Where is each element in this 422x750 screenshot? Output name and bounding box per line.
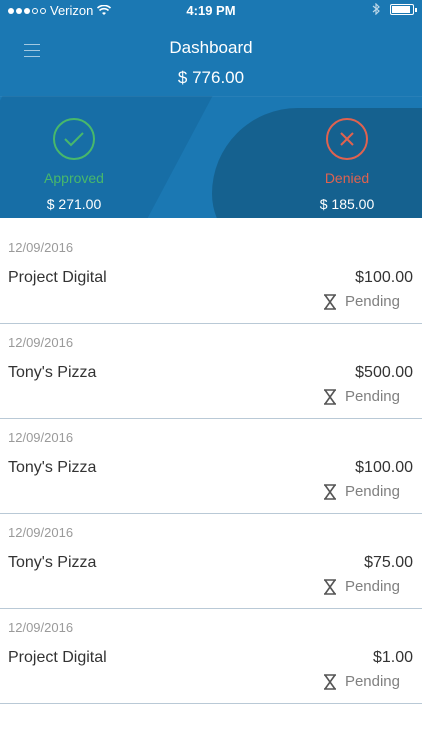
- transaction-date: 12/09/2016: [8, 620, 74, 635]
- transaction-status: Pending: [323, 293, 400, 310]
- bluetooth-icon: [372, 3, 380, 15]
- transaction-date: 12/09/2016: [8, 430, 74, 445]
- status-label: Pending: [344, 673, 400, 690]
- denied-badge: [326, 118, 368, 160]
- transaction-row[interactable]: 12/09/2016 Tony's Pizza $500.00 Pending: [0, 324, 422, 419]
- transaction-amount: $75.00: [364, 554, 413, 571]
- hourglass-icon: [323, 293, 336, 310]
- denied-amount: $ 185.00: [319, 196, 375, 212]
- dashboard-header: Verizon 4:19 PM Dashboard $ 776.00 Appro…: [0, 0, 422, 218]
- transaction-name: Project Digital: [8, 269, 107, 286]
- transaction-name: Tony's Pizza: [8, 554, 97, 571]
- approved-badge: [53, 118, 95, 160]
- transaction-row[interactable]: 12/09/2016 Project Digital $100.00 Pendi…: [0, 229, 422, 324]
- status-label: Pending: [344, 293, 400, 310]
- total-amount: $ 776.00: [177, 68, 245, 87]
- transaction-status: Pending: [323, 578, 400, 595]
- battery-icon: [390, 3, 417, 15]
- page-title: Dashboard: [169, 38, 253, 57]
- transaction-row[interactable]: 12/09/2016 Tony's Pizza $100.00 Pending: [0, 419, 422, 514]
- status-bar: Verizon 4:19 PM: [0, 0, 422, 22]
- hourglass-icon: [323, 578, 336, 595]
- transaction-amount: $500.00: [355, 364, 413, 381]
- transaction-name: Tony's Pizza: [8, 364, 97, 381]
- transaction-date: 12/09/2016: [8, 335, 74, 350]
- denied-summary[interactable]: Denied $ 185.00: [267, 118, 422, 212]
- transaction-date: 12/09/2016: [8, 240, 74, 255]
- transaction-name: Project Digital: [8, 649, 107, 666]
- status-label: Pending: [344, 578, 400, 595]
- transaction-list: 12/09/2016 Project Digital $100.00 Pendi…: [0, 229, 422, 704]
- transaction-status: Pending: [323, 673, 400, 690]
- header-divider: [0, 96, 422, 97]
- close-icon: [340, 132, 354, 146]
- transaction-name: Tony's Pizza: [8, 459, 97, 476]
- transaction-status: Pending: [323, 388, 400, 405]
- hourglass-icon: [323, 388, 336, 405]
- transaction-date: 12/09/2016: [8, 525, 74, 540]
- approved-amount: $ 271.00: [46, 196, 102, 212]
- hourglass-icon: [323, 673, 336, 690]
- status-label: Pending: [344, 483, 400, 500]
- transaction-status: Pending: [323, 483, 400, 500]
- approved-label: Approved: [44, 170, 104, 186]
- transaction-row[interactable]: 12/09/2016 Tony's Pizza $75.00 Pending: [0, 514, 422, 609]
- transaction-row[interactable]: 12/09/2016 Project Digital $1.00 Pending: [0, 609, 422, 704]
- hourglass-icon: [323, 483, 336, 500]
- denied-label: Denied: [324, 170, 370, 186]
- clock: 4:19 PM: [186, 3, 236, 18]
- transaction-amount: $1.00: [372, 649, 413, 666]
- transaction-amount: $100.00: [355, 459, 413, 476]
- approved-summary[interactable]: Approved $ 271.00: [0, 118, 154, 212]
- checkmark-icon: [64, 132, 84, 147]
- transaction-amount: $100.00: [355, 269, 413, 286]
- status-label: Pending: [344, 388, 400, 405]
